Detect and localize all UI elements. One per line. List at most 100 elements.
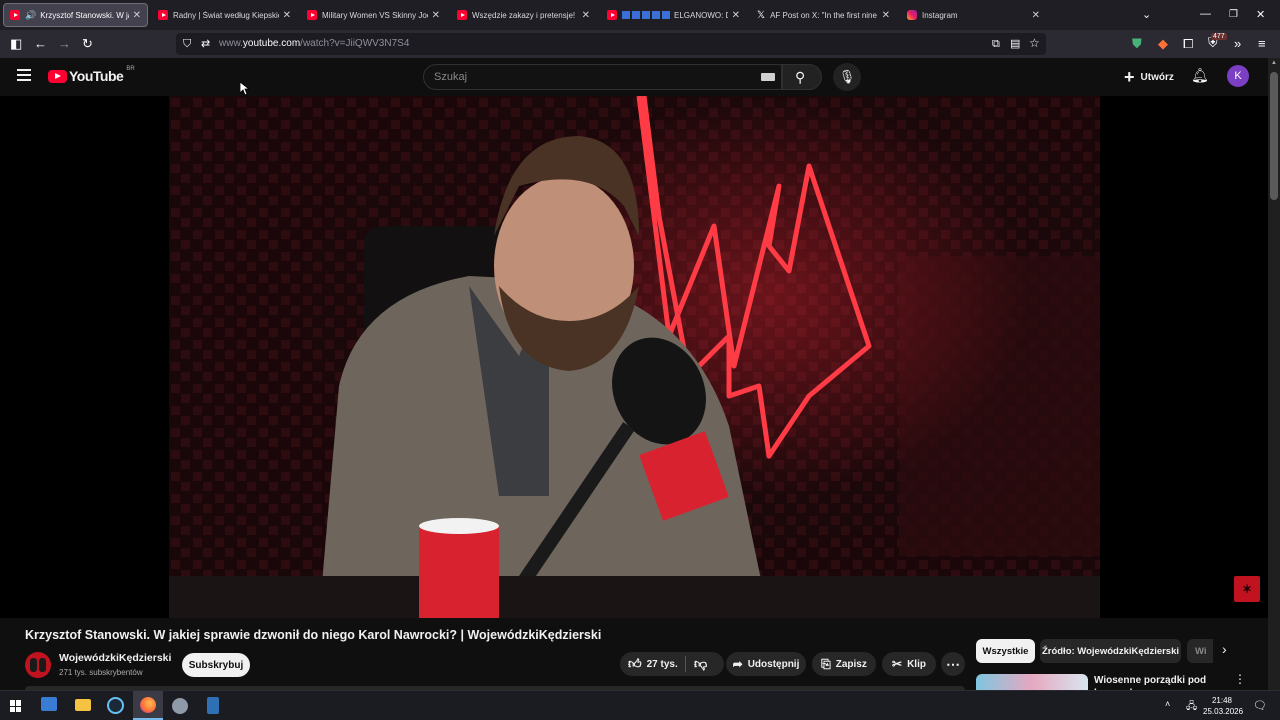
youtube-icon	[307, 10, 317, 20]
taskview-icon[interactable]	[41, 697, 57, 711]
save-button[interactable]: ⎘ Zapisz	[812, 652, 876, 676]
youtube-header: YouTube BR Szukaj ⚲ 🎙 + Utwórz 🔔︎ K	[0, 58, 1268, 96]
start-windows-icon[interactable]	[10, 700, 22, 712]
shield-icon[interactable]: ⛉	[183, 37, 191, 51]
recommendation-title[interactable]: Wiosenne porządki pod komendą	[1094, 674, 1224, 690]
recommendation-thumbnail[interactable]	[976, 674, 1088, 690]
dislike-icon[interactable]: 👎︎	[694, 656, 707, 672]
search-icon: ⚲	[795, 69, 806, 85]
picture-in-picture-icon[interactable]: ⧉	[992, 37, 1000, 51]
close-tab-icon[interactable]: ✕	[133, 10, 141, 21]
close-window-icon[interactable]: ✕	[1256, 8, 1265, 22]
chevron-right-icon[interactable]: ›	[1222, 641, 1227, 657]
video-player[interactable]: ✶	[0, 96, 1268, 618]
clip-button[interactable]: ✂ Klip	[882, 652, 936, 676]
extension-icon[interactable]: ◆	[1158, 37, 1168, 51]
reload-icon[interactable]: ↻	[82, 37, 93, 51]
nav-bar: ◧ ← → ↻ ⛉ ⇄ www.youtube.com/watch?v=JiiQ…	[0, 30, 1280, 58]
tab-bar: 🔊 Krzysztof Stanowski. W jaki ✕ Radny | …	[0, 0, 1280, 30]
bookmark-icon: ⎘	[821, 656, 831, 671]
tab-6[interactable]: Instagram ✕	[901, 3, 1046, 27]
tab-1[interactable]: Radny | Świat według Kiepskich ✕	[152, 3, 297, 27]
channel-watermark-icon[interactable]: ✶	[1234, 576, 1260, 602]
close-tab-icon[interactable]: ✕	[582, 10, 590, 21]
youtube-icon	[10, 10, 20, 20]
more-actions-icon[interactable]: ⋯	[941, 652, 965, 676]
file-explorer-icon[interactable]	[75, 699, 91, 711]
youtube-logo[interactable]: YouTube BR	[48, 66, 135, 84]
page-scrollbar[interactable]: ▲	[1268, 58, 1280, 690]
scroll-up-icon[interactable]: ▲	[1271, 60, 1277, 66]
tray-chevron-icon[interactable]: ˄	[1165, 699, 1170, 709]
tab-2[interactable]: Military Women VS Skinny Joes ✕	[301, 3, 446, 27]
tab-4[interactable]: ELGANOWO: D ✕	[601, 3, 746, 27]
sidebar-icon[interactable]: ◧	[10, 37, 22, 51]
youtube-icon	[607, 10, 617, 20]
recommendation-menu-icon[interactable]: ⋮	[1234, 672, 1246, 686]
bookmark-star-icon[interactable]: ☆	[1029, 36, 1040, 50]
extensions-puzzle-icon[interactable]: ⧠	[1183, 37, 1193, 51]
taskbar: ˄ 🖧︎ 21:48 25.03.2026 🗨︎	[0, 690, 1280, 720]
plus-icon: +	[1124, 67, 1135, 87]
tab-5[interactable]: 𝕏 AF Post on X: "In the first nine n ✕	[751, 3, 896, 27]
share-button[interactable]: ➦ Udostępnij	[726, 652, 806, 676]
video-scene	[169, 96, 1100, 618]
channel-name[interactable]: WojewódzkiKędzierski	[59, 652, 171, 664]
steam-icon[interactable]	[107, 697, 124, 714]
url-path: /watch?v=JiiQWV3N7S4	[300, 38, 410, 49]
tab-title: ELGANOWO: D	[674, 10, 728, 20]
like-count[interactable]: 27 tys.	[647, 659, 678, 670]
avatar[interactable]: K	[1227, 65, 1249, 87]
notifications-icon[interactable]: 🗨︎	[1253, 699, 1267, 712]
keyboard-icon[interactable]	[761, 73, 775, 81]
forward-icon[interactable]: →	[58, 37, 71, 51]
youtube-play-icon	[48, 69, 67, 83]
back-icon[interactable]: ←	[34, 37, 47, 51]
voice-search-icon[interactable]: 🎙	[833, 63, 861, 91]
subscribe-button[interactable]: Subskrybuj	[182, 653, 250, 677]
tab-3[interactable]: Wszędzie zakazy i pretensje! Lu ✕	[451, 3, 596, 27]
speaker-icon[interactable]: 🔊	[25, 10, 36, 21]
network-icon[interactable]: 🖧︎	[1186, 699, 1197, 716]
close-tab-icon[interactable]: ✕	[882, 10, 890, 21]
vpn-shield-icon[interactable]: ⛊	[1132, 37, 1142, 51]
tab-title: AF Post on X: "In the first nine n	[770, 10, 878, 20]
like-icon[interactable]: 👍︎	[628, 656, 642, 672]
chip-all[interactable]: Wszystkie	[976, 639, 1035, 663]
chip-source-channel[interactable]: Źródło: WojewódzkiKędzierski	[1040, 639, 1181, 663]
url-text[interactable]: www.youtube.com/watch?v=JiiQWV3N7S4	[219, 38, 409, 49]
tab-0[interactable]: 🔊 Krzysztof Stanowski. W jaki ✕	[3, 3, 148, 27]
mouse-cursor-icon	[240, 82, 250, 96]
tab-title: Military Women VS Skinny Joes	[322, 10, 428, 20]
video-frame[interactable]	[169, 96, 1100, 618]
search-button[interactable]: ⚲	[782, 64, 822, 90]
firefox-taskbar-button[interactable]	[133, 691, 163, 720]
scissors-icon: ✂	[892, 657, 903, 671]
close-tab-icon[interactable]: ✕	[1032, 10, 1040, 21]
permissions-icon[interactable]: ⇄	[201, 37, 210, 51]
overflow-chevron-icon[interactable]: »	[1234, 37, 1241, 51]
close-tab-icon[interactable]: ✕	[432, 10, 440, 21]
clock[interactable]: 21:48 25.03.2026	[1203, 695, 1244, 717]
scrollbar-thumb[interactable]	[1270, 72, 1278, 200]
search-placeholder: Szukaj	[434, 71, 468, 83]
search-input[interactable]: Szukaj	[423, 64, 782, 90]
restore-icon[interactable]: ❐	[1229, 8, 1238, 22]
x-icon: 𝕏	[757, 10, 766, 21]
reader-view-icon[interactable]: ▤	[1010, 37, 1020, 51]
tab-list-icon[interactable]: ⌄	[1142, 8, 1151, 22]
clock-time: 21:48	[1211, 696, 1233, 705]
app-icon[interactable]	[172, 698, 188, 714]
hamburger-menu-icon[interactable]	[17, 69, 31, 81]
clock-date: 25.03.2026	[1203, 707, 1244, 716]
notifications-bell-icon[interactable]: 🔔︎	[1191, 67, 1209, 84]
url-bar[interactable]: ⛉ ⇄ www.youtube.com/watch?v=JiiQWV3N7S4 …	[176, 33, 1046, 55]
create-button[interactable]: + Utwórz	[1116, 64, 1182, 90]
close-tab-icon[interactable]: ✕	[732, 10, 740, 21]
menu-icon[interactable]: ≡	[1258, 37, 1266, 51]
close-tab-icon[interactable]: ✕	[283, 10, 291, 21]
channel-avatar[interactable]	[25, 652, 51, 678]
calculator-icon[interactable]	[207, 697, 219, 714]
chip-more[interactable]: Wi	[1187, 639, 1213, 663]
minimize-icon[interactable]: —	[1200, 7, 1211, 21]
